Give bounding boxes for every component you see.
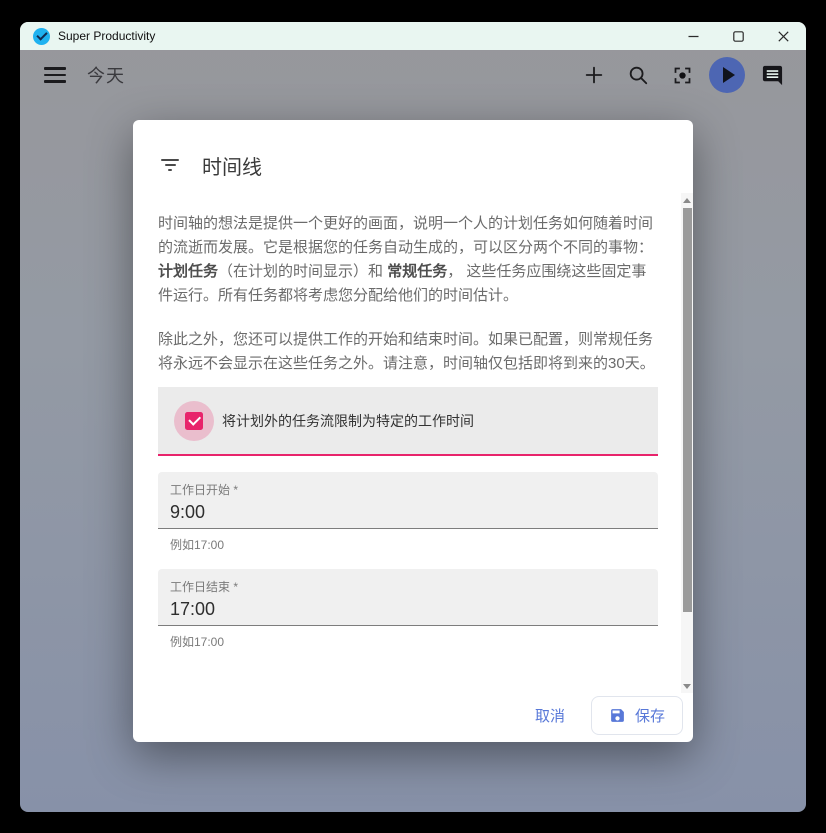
menu-icon [44, 67, 66, 70]
cancel-button[interactable]: 取消 [517, 695, 583, 736]
dialog-header: 时间线 [133, 120, 693, 196]
menu-button[interactable] [44, 67, 66, 83]
timeline-dialog: 时间线 时间轴的想法是提供一个更好的画面，说明一个人的计划任务如何随着时间的流逝… [133, 120, 693, 742]
save-button[interactable]: 保存 [591, 696, 683, 735]
play-button[interactable] [709, 57, 745, 93]
save-button-label: 保存 [635, 705, 665, 726]
focus-mode-button[interactable] [660, 53, 704, 97]
checkbox-checked[interactable] [185, 412, 203, 430]
field-label: 工作日开始 * [170, 481, 658, 498]
window-title: Super Productivity [58, 29, 155, 43]
secondary-paragraph: 除此之外，您还可以提供工作的开始和结束时间。如果已配置，则常规任务将永远不会显示… [158, 328, 658, 376]
close-icon [778, 31, 789, 42]
intro-paragraph: 时间轴的想法是提供一个更好的画面，说明一个人的计划任务如何随着时间的流逝而发展。… [158, 212, 658, 308]
play-icon [723, 67, 735, 83]
arrow-up-icon [683, 198, 691, 203]
field-label: 工作日结束 * [170, 578, 658, 595]
regular-tasks-term: 常规任务 [387, 263, 447, 280]
minimize-icon [688, 31, 699, 42]
maximize-button[interactable] [716, 22, 761, 50]
close-button[interactable] [761, 22, 806, 50]
field-hint: 例如17:00 [170, 633, 658, 650]
dialog-actions: 取消 保存 [133, 694, 693, 742]
titlebar: Super Productivity [20, 22, 806, 50]
arrow-down-icon [683, 684, 691, 689]
planned-tasks-term: 计划任务 [158, 263, 218, 280]
save-icon [609, 707, 626, 724]
workday-end-field[interactable]: 工作日结束 * 17:00 [158, 569, 658, 626]
add-task-button[interactable] [572, 53, 616, 97]
maximize-icon [733, 31, 744, 42]
focus-mode-icon [672, 65, 693, 86]
scroll-up-button[interactable] [681, 193, 693, 207]
chat-icon [761, 64, 784, 87]
search-icon [627, 64, 649, 86]
dialog-body: 时间轴的想法是提供一个更好的画面，说明一个人的计划任务如何随着时间的流逝而发展。… [133, 196, 693, 694]
search-button[interactable] [616, 53, 660, 97]
add-icon [583, 64, 605, 86]
work-hours-checkbox-row[interactable]: 将计划外的任务流限制为特定的工作时间 [158, 387, 658, 456]
notes-button[interactable] [750, 53, 794, 97]
scrollbar-thumb[interactable] [683, 208, 692, 612]
dialog-scrollbar[interactable] [681, 193, 693, 693]
dialog-title: 时间线 [202, 151, 262, 180]
window-controls [671, 22, 806, 50]
workday-start-input[interactable]: 9:00 [170, 502, 658, 523]
checkbox-halo [174, 401, 214, 441]
filter-icon [160, 159, 180, 172]
checkbox-label: 将计划外的任务流限制为特定的工作时间 [222, 411, 474, 431]
app-window: Super Productivity 今天 [20, 22, 806, 812]
main-toolbar: 今天 [20, 50, 806, 100]
app-logo-icon [33, 28, 50, 45]
scroll-down-button[interactable] [681, 679, 693, 693]
minimize-button[interactable] [671, 22, 716, 50]
page-title[interactable]: 今天 [87, 62, 125, 88]
workday-end-input[interactable]: 17:00 [170, 599, 658, 620]
field-hint: 例如17:00 [170, 536, 658, 553]
workday-start-field[interactable]: 工作日开始 * 9:00 [158, 472, 658, 529]
